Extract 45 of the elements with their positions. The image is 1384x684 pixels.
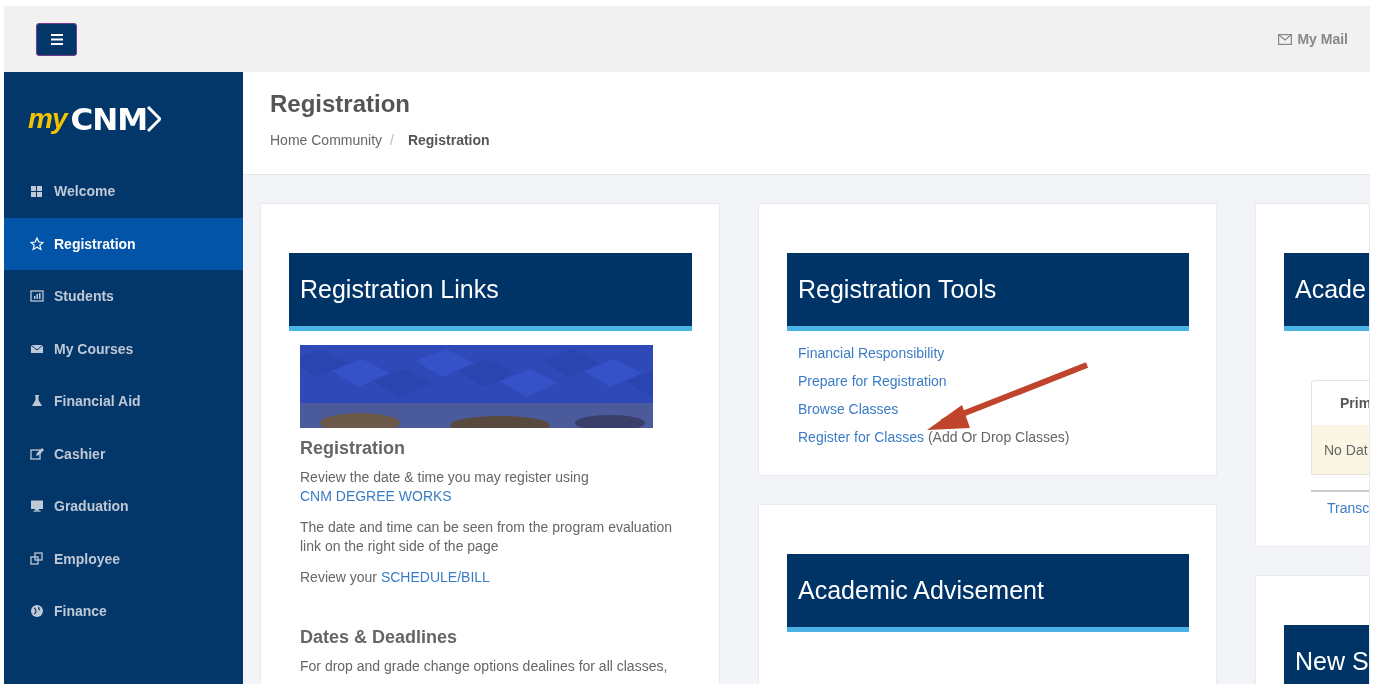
- card-heading: Registration Links: [289, 253, 692, 331]
- paragraph: The date and time can be seen from the program evaluation link on the right side of the page: [300, 518, 673, 556]
- paragraph: Review the date & time you may register using CNM DEGREE WORKS: [300, 468, 590, 506]
- breadcrumb-current: Registration: [407, 132, 490, 148]
- menu-item-icon: [30, 394, 44, 409]
- link[interactable]: Transc: [1327, 500, 1369, 516]
- sidebar-item[interactable]: Welcome: [4, 165, 243, 218]
- menu-button[interactable]: [36, 22, 77, 56]
- menu-item-icon: [30, 236, 44, 251]
- link[interactable]: SCHEDULE/BILL: [380, 569, 490, 585]
- link[interactable]: Register for Classes: [798, 429, 925, 445]
- card-heading: Registration Tools: [787, 253, 1189, 331]
- mail-icon: [1278, 33, 1293, 45]
- menu-item-icon: [30, 604, 44, 619]
- link-note: (Add Or Drop Classes): [927, 429, 1070, 445]
- sidebar-item[interactable]: Financial Aid: [4, 375, 243, 428]
- menu-icon: [50, 33, 63, 45]
- menu-item-icon: [30, 289, 44, 304]
- sidebar-item[interactable]: Graduation: [4, 480, 243, 533]
- breadcrumb-separator: /: [390, 132, 394, 148]
- sidebar-item[interactable]: Employee: [4, 532, 243, 585]
- logo: myCNM: [4, 72, 243, 165]
- card-heading: Acade: [1284, 253, 1369, 331]
- link[interactable]: Prepare for Registration: [798, 373, 947, 389]
- menu-item-icon: [30, 446, 44, 461]
- paragraph: Review your SCHEDULE/BILL: [300, 568, 491, 587]
- section-heading: Dates & Deadlines: [300, 627, 459, 648]
- sidebar-item[interactable]: Registration: [4, 217, 243, 270]
- paragraph: For drop and grade change options dealines for all classes,: [300, 657, 669, 676]
- menu-item-icon: [30, 551, 44, 566]
- link[interactable]: CNM DEGREE WORKS: [300, 488, 452, 504]
- table-cell: No Dat: [1312, 425, 1369, 474]
- page-title: Registration: [270, 90, 411, 118]
- sidebar-item[interactable]: Finance: [4, 585, 243, 638]
- card-heading: New S: [1284, 625, 1369, 684]
- sidebar-item[interactable]: Students: [4, 270, 243, 323]
- menu-item-icon: [30, 184, 44, 199]
- menu-item-icon: [30, 499, 44, 514]
- section-heading: Registration: [300, 438, 406, 459]
- sidebar-item[interactable]: My Courses: [4, 322, 243, 375]
- sidebar-item[interactable]: Cashier: [4, 427, 243, 480]
- link[interactable]: Browse Classes: [798, 401, 899, 417]
- card-heading: Academic Advisement: [787, 554, 1189, 632]
- breadcrumb-link[interactable]: Home Community: [270, 132, 383, 148]
- link[interactable]: Financial Responsibility: [798, 345, 945, 361]
